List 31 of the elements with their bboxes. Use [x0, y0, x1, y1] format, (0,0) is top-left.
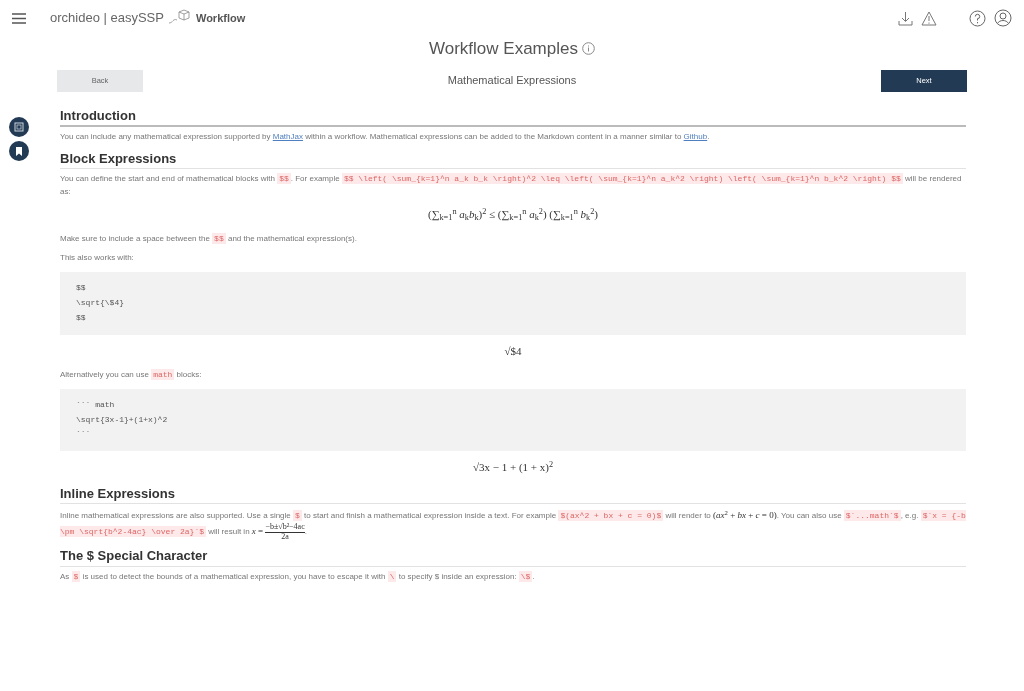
paragraph: As $ is used to detect the bounds of a mathematical expression, you have to escape it with \ to specify $ inside an expression: \$ .: [60, 570, 536, 584]
help-icon[interactable]: [969, 9, 986, 27]
bookmark-icon: [14, 145, 24, 157]
code-block: $$ \sqrt{\$4} $$: [60, 272, 966, 335]
paragraph: Make sure to include a space between the $$ and the mathematical expression(s).: [60, 232, 358, 246]
link[interactable]: MathJax: [272, 132, 303, 142]
math-formula: √3x − 1 + (1 + x)$^{2}$: [472, 461, 554, 474]
download-icon[interactable]: [898, 10, 913, 26]
paragraph: You can define the start and end of mathematical blocks with $$ . For example $$ \left( \sum_{k=1}^n a_k b_k \right)^2 \leq \left( \sum_{k=1}^n a_k^2 \right) \left( \sum_{k=1}^n b_k^2 \right) $$ will be rendered as:: [60, 173, 963, 199]
logo-text: orchideo | easySSP: [50, 9, 164, 28]
section-heading: Introduction: [60, 107, 966, 128]
paragraph: You can include any mathematical expression supported by MathJax within a workflow. Mathematical expressions can be added to the Markdown content in a manner similar to Github.: [60, 131, 711, 144]
section-heading: The $ Special Character: [60, 547, 966, 567]
paragraph: Alternatively you can use math blocks:: [60, 369, 203, 382]
step-title: Mathematical Expressions: [447, 73, 577, 89]
math-formula: (∑$_{k=1}$$^{n}$ a$_{k}$b$_{k}$)$^{2}$ ≤ (∑$_{k=1}$$^{n}$ a$_{k}$$^{2}$) (∑$_{k=1}$$^{n}$ b$_{k}$$^{2}$): [427, 208, 598, 221]
paragraph: This also works with:: [60, 252, 135, 265]
math-formula: √$4: [504, 344, 522, 357]
frame-icon: [14, 122, 24, 132]
product-name: Workflow: [195, 10, 246, 26]
cube-icon: [167, 9, 192, 27]
bookmark-button[interactable]: [9, 141, 29, 161]
info-icon[interactable]: [581, 42, 595, 56]
table-of-contents-button[interactable]: [9, 117, 29, 137]
section-heading: Block Expressions: [60, 150, 966, 170]
menu-icon[interactable]: [12, 12, 26, 24]
warning-icon[interactable]: [921, 10, 937, 26]
code-block: ``` math \sqrt{3x-1}+(1+x)^2 ```: [60, 388, 966, 452]
page-title: Workflow Examples: [429, 38, 578, 60]
user-icon[interactable]: [994, 9, 1012, 27]
section-heading: Inline Expressions: [60, 485, 966, 505]
